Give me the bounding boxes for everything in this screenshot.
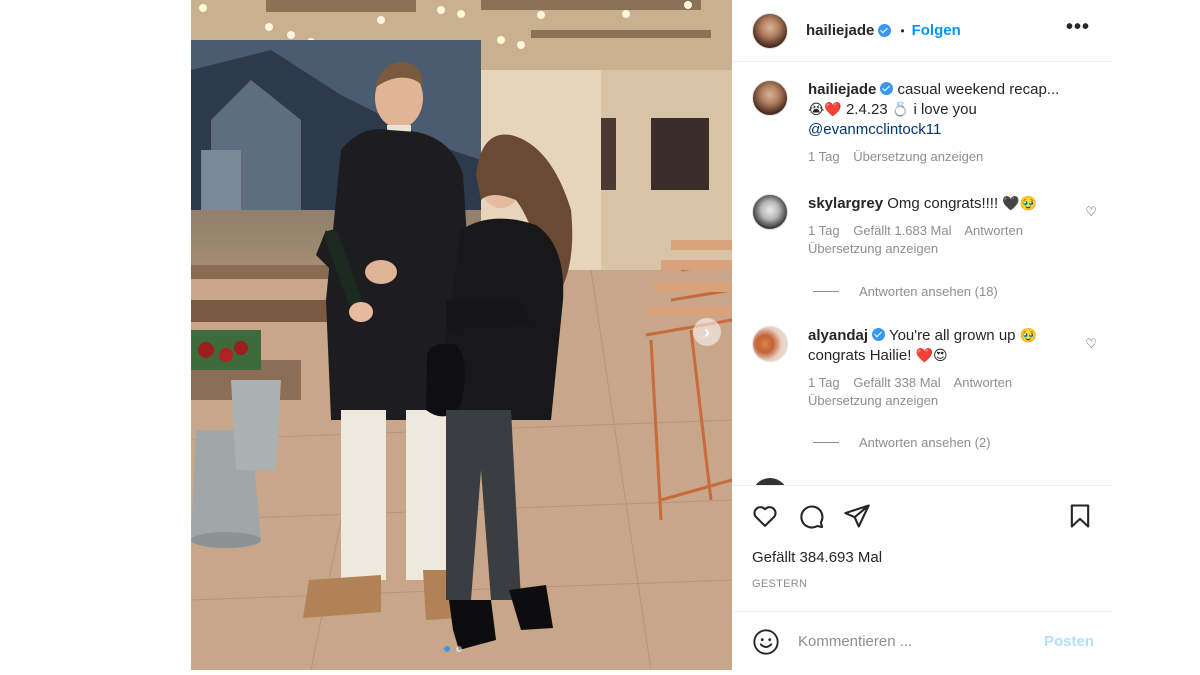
verified-badge-icon (878, 24, 892, 37)
photo-illustration (191, 0, 732, 670)
caption-love: i love you (913, 101, 977, 118)
caption-username[interactable]: hailiejade (808, 81, 876, 98)
caption-date: 2.4.23 (845, 101, 888, 118)
carousel-dot (456, 646, 462, 652)
comment-input[interactable] (798, 633, 1028, 650)
likes-count-text: Gefällt 384.693 Mal (752, 549, 883, 566)
post-actions: Gefällt 384.693 Mal GESTERN (733, 485, 1112, 611)
comment-emoji-2: ❤️😍 (915, 348, 948, 364)
verified-badge-icon (880, 82, 894, 95)
comment-emoji: 🥹 (1019, 328, 1038, 344)
comment-reply-link[interactable]: Antworten (964, 223, 1023, 238)
comment-text-line2: congrats Hailie! (808, 347, 912, 364)
author-avatar[interactable] (752, 12, 788, 49)
follow-button[interactable]: Folgen (912, 22, 961, 39)
caption-avatar[interactable] (752, 80, 788, 116)
carousel-dots (444, 646, 462, 652)
bookmark-icon[interactable] (1066, 502, 1094, 530)
comment-translate-link[interactable]: Übersetzung anzeigen (808, 393, 938, 408)
commenter-username[interactable]: skylargrey (808, 195, 883, 212)
comment-emoji: 🖤🥹 (1002, 196, 1038, 212)
comment-time: 1 Tag (808, 375, 840, 390)
comment-text: You're all grown up (888, 327, 1016, 344)
carousel-dot-active (444, 646, 450, 652)
ring-emoji: 💍 (891, 102, 910, 118)
comment-text: Omg congrats!!!! (887, 195, 999, 212)
post-comment-button[interactable]: Posten (1044, 633, 1094, 650)
view-replies-link[interactable]: Antworten ansehen (2) (813, 435, 991, 450)
carousel-next-button[interactable]: › (693, 318, 721, 346)
replies-divider (813, 442, 839, 443)
replies-divider (813, 291, 839, 292)
comment-time: 1 Tag (808, 223, 840, 238)
comment-composer: Posten (733, 611, 1112, 671)
comments-list[interactable]: hailiejade casual weekend recap... 😭❤️ 2… (733, 62, 1112, 485)
heart-icon[interactable] (751, 502, 779, 530)
post-photo[interactable] (191, 0, 732, 670)
post-header: hailiejade • Folgen ••• (733, 0, 1112, 62)
comment-likes[interactable]: Gefällt 338 Mal (853, 375, 940, 390)
view-replies-link[interactable]: Antworten ansehen (18) (813, 284, 998, 299)
commenter-avatar[interactable] (752, 194, 788, 230)
post-side-panel: hailiejade • Folgen ••• hailiejade casua… (733, 0, 1112, 675)
comment-reply-link[interactable]: Antworten (954, 375, 1013, 390)
more-options-icon[interactable]: ••• (1066, 16, 1090, 39)
verified-badge-icon (872, 328, 886, 341)
caption-translate-link[interactable]: Übersetzung anzeigen (853, 149, 983, 164)
comment-like-heart-icon[interactable]: ♡ (1085, 204, 1097, 220)
commenter-avatar[interactable] (752, 478, 788, 485)
comment-likes[interactable]: Gefällt 1.683 Mal (853, 223, 951, 238)
comment-translate-link[interactable]: Übersetzung anzeigen (808, 241, 938, 256)
caption-mention[interactable]: @evanmcclintock11 (808, 121, 941, 138)
author-username[interactable]: hailiejade (806, 22, 874, 39)
commenter-avatar[interactable] (752, 326, 788, 362)
chevron-right-icon: › (704, 321, 710, 342)
commenter-username[interactable]: alyandaj (808, 327, 868, 344)
paper-plane-icon[interactable] (843, 502, 871, 530)
view-replies-label: Antworten ansehen (18) (859, 284, 998, 299)
post-date: GESTERN (752, 578, 808, 590)
caption-emoji: 😭❤️ (808, 102, 842, 118)
header-separator: • (900, 23, 905, 38)
emoji-smiley-icon[interactable] (752, 628, 780, 656)
comment-like-heart-icon[interactable]: ♡ (1085, 336, 1097, 352)
likes-count[interactable]: Gefällt 384.693 Mal (752, 549, 882, 566)
caption-time: 1 Tag (808, 149, 840, 164)
view-replies-label: Antworten ansehen (2) (859, 435, 991, 450)
comment-bubble-icon[interactable] (797, 502, 825, 530)
caption-text: casual weekend recap... (897, 81, 1060, 98)
